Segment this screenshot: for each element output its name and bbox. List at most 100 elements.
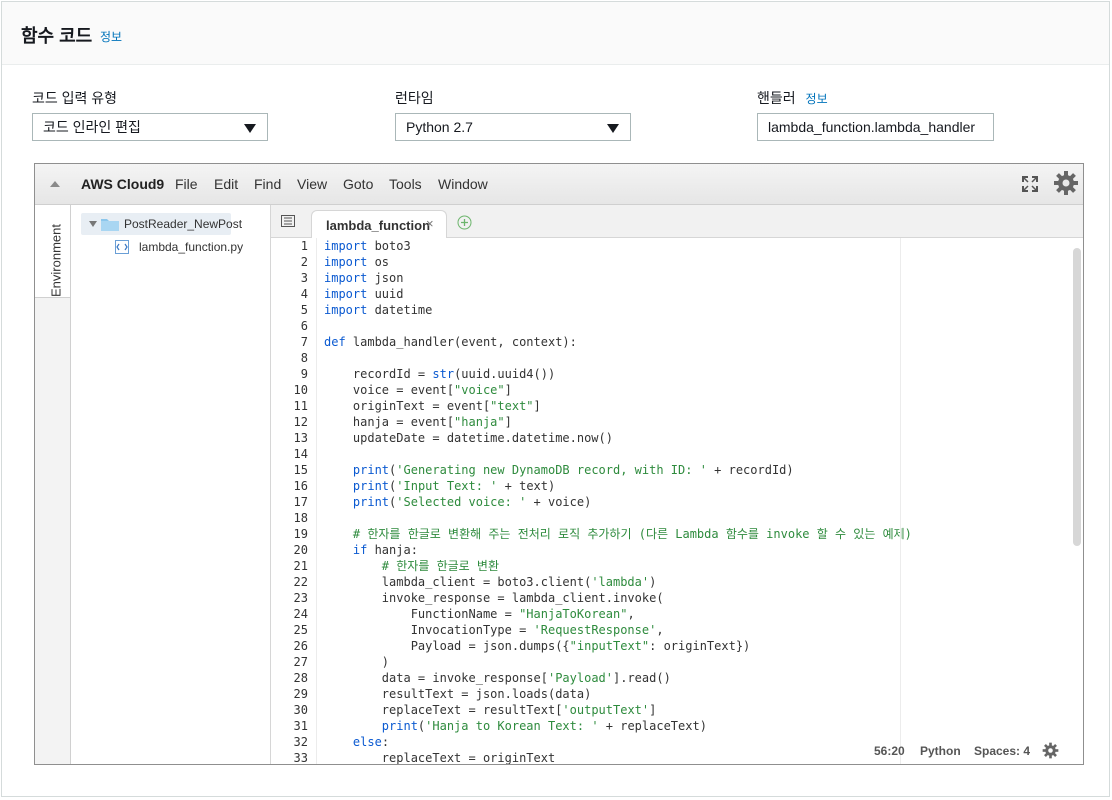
line-number: 16 [293, 479, 308, 493]
editor-area: lambda_function × 1 2 3 4 5 6 7 8 9 10 11 12 13 14 15 1… [271, 205, 1083, 764]
code-editor[interactable]: import boto3 import os import json import u… [324, 238, 1083, 764]
language-mode[interactable]: Python [920, 744, 961, 758]
line-number: 18 [293, 511, 308, 525]
code-entry-value: 코드 인라인 편집 [43, 119, 141, 135]
code-line: # 한자를 한글로 변환 [381, 559, 500, 573]
code-line: FunctionName = "HanjaToKorean", [324, 607, 635, 621]
ide-menubar: AWS Cloud9 File Edit Find View Goto Tool… [35, 164, 1083, 205]
gear-icon[interactable] [1042, 742, 1059, 759]
print-margin [900, 238, 901, 764]
menu-find[interactable]: Find [254, 176, 281, 192]
code-line: replaceText = resultText['outputText'] [324, 703, 657, 717]
add-tab-icon[interactable] [457, 215, 472, 230]
line-number: 4 [300, 287, 308, 301]
panel-title: 함수 코드 [21, 26, 93, 46]
gear-icon[interactable] [1053, 170, 1079, 196]
line-number: 30 [293, 703, 308, 717]
cloud9-editor: AWS Cloud9 File Edit Find View Goto Tool… [34, 163, 1084, 765]
code-line: replaceText = originText [324, 751, 556, 764]
line-number: 33 [293, 751, 308, 765]
editor-tabbar: lambda_function × [271, 205, 1083, 238]
cursor-position[interactable]: 56:20 [874, 744, 905, 758]
code-line: print('Generating new DynamoDB record, w… [352, 463, 794, 477]
runtime-select[interactable]: Python 2.7 [395, 113, 631, 141]
environment-tab-label: Environment [48, 224, 64, 297]
folder-icon [101, 219, 119, 231]
line-number: 29 [293, 687, 308, 701]
code-line: if hanja: [352, 543, 418, 557]
code-entry-select[interactable]: 코드 인라인 편집 [32, 113, 268, 141]
code-line: print('Selected voice: ' + voice) [352, 495, 592, 509]
python-file-icon [115, 240, 129, 254]
handler-label: 핸들러 정보 [757, 88, 828, 108]
menu-edit[interactable]: Edit [214, 176, 238, 192]
line-number: 11 [293, 399, 308, 413]
line-number: 3 [300, 271, 308, 285]
tab-lambda-function[interactable]: lambda_function × [311, 210, 447, 238]
menu-view[interactable]: View [297, 176, 327, 192]
fullscreen-icon[interactable] [1021, 175, 1039, 193]
line-number: 10 [293, 383, 308, 397]
function-code-panel: 함수 코드 정보 코드 입력 유형 코드 인라인 편집 런타임 Python 2… [1, 1, 1110, 797]
caret-down-icon [244, 124, 256, 133]
caret-down-icon[interactable] [89, 221, 97, 227]
code-entry-label: 코드 입력 유형 [32, 90, 118, 106]
code-line: import uuid [324, 287, 404, 301]
tree-file-label: lambda_function.py [139, 240, 244, 254]
menu-window[interactable]: Window [438, 176, 488, 192]
code-line: else: [352, 735, 390, 749]
line-number: 2 [300, 255, 308, 269]
ide-brand: AWS Cloud9 [81, 176, 165, 192]
line-number-gutter: 1 2 3 4 5 6 7 8 9 10 11 12 13 14 15 16 17 18 19 20 21 22 23 24 2… [271, 238, 317, 764]
line-number: 8 [300, 351, 308, 365]
tree-root-folder[interactable]: PostReader_NewPost [81, 213, 242, 235]
close-icon[interactable]: × [426, 216, 434, 231]
indent-setting[interactable]: Spaces: 4 [974, 744, 1030, 758]
collapse-icon[interactable] [50, 181, 60, 187]
vertical-scrollbar[interactable] [1073, 248, 1081, 546]
code-line: recordId = str(uuid.uuid4()) [324, 367, 556, 381]
handler-info-link[interactable]: 정보 [806, 92, 828, 106]
code-line: invoke_response = lambda_client.invoke( [324, 591, 664, 605]
line-number: 19 [293, 527, 308, 541]
tree-root-label: PostReader_NewPost [124, 217, 243, 231]
code-line: voice = event["voice"] [324, 383, 512, 397]
code-line: InvocationType = 'RequestResponse', [324, 623, 664, 637]
side-panel-strip: Environment [35, 205, 71, 764]
menu-goto[interactable]: Goto [343, 176, 373, 192]
line-number: 20 [293, 543, 308, 557]
handler-input[interactable]: lambda_function.lambda_handler [757, 113, 994, 141]
menu-tools[interactable]: Tools [389, 176, 422, 192]
code-line: import json [324, 271, 404, 285]
line-number: 31 [293, 719, 308, 733]
line-number: 32 [293, 735, 308, 749]
line-number: 9 [300, 367, 308, 381]
handler-label-text: 핸들러 [757, 90, 796, 106]
line-number: 14 [293, 447, 308, 461]
line-number: 13 [293, 431, 308, 445]
code-line: print('Hanja to Korean Text: ' + replace… [381, 719, 707, 733]
code-line: ) [324, 655, 390, 669]
tab-list-icon[interactable] [281, 215, 295, 227]
code-line: lambda_client = boto3.client('lambda') [324, 575, 657, 589]
line-number: 5 [300, 303, 308, 317]
panel-header: 함수 코드 정보 [2, 2, 1109, 65]
tree-file-item[interactable]: lambda_function.py [115, 239, 265, 257]
code-line: import datetime [324, 303, 433, 317]
code-line: originText = event["text"] [324, 399, 541, 413]
line-number: 12 [293, 415, 308, 429]
code-line: updateDate = datetime.datetime.now() [324, 431, 613, 445]
code-line: resultText = json.loads(data) [324, 687, 592, 701]
environment-tab[interactable]: Environment [35, 205, 70, 298]
line-number: 21 [293, 559, 308, 573]
runtime-label: 런타임 [395, 90, 434, 106]
line-number: 28 [293, 671, 308, 685]
panel-info-link[interactable]: 정보 [100, 28, 122, 45]
menu-file[interactable]: File [175, 176, 198, 192]
tab-label: lambda_function [326, 218, 431, 233]
code-line: Payload = json.dumps({"inputText": origi… [324, 639, 751, 653]
line-number: 24 [293, 607, 308, 621]
